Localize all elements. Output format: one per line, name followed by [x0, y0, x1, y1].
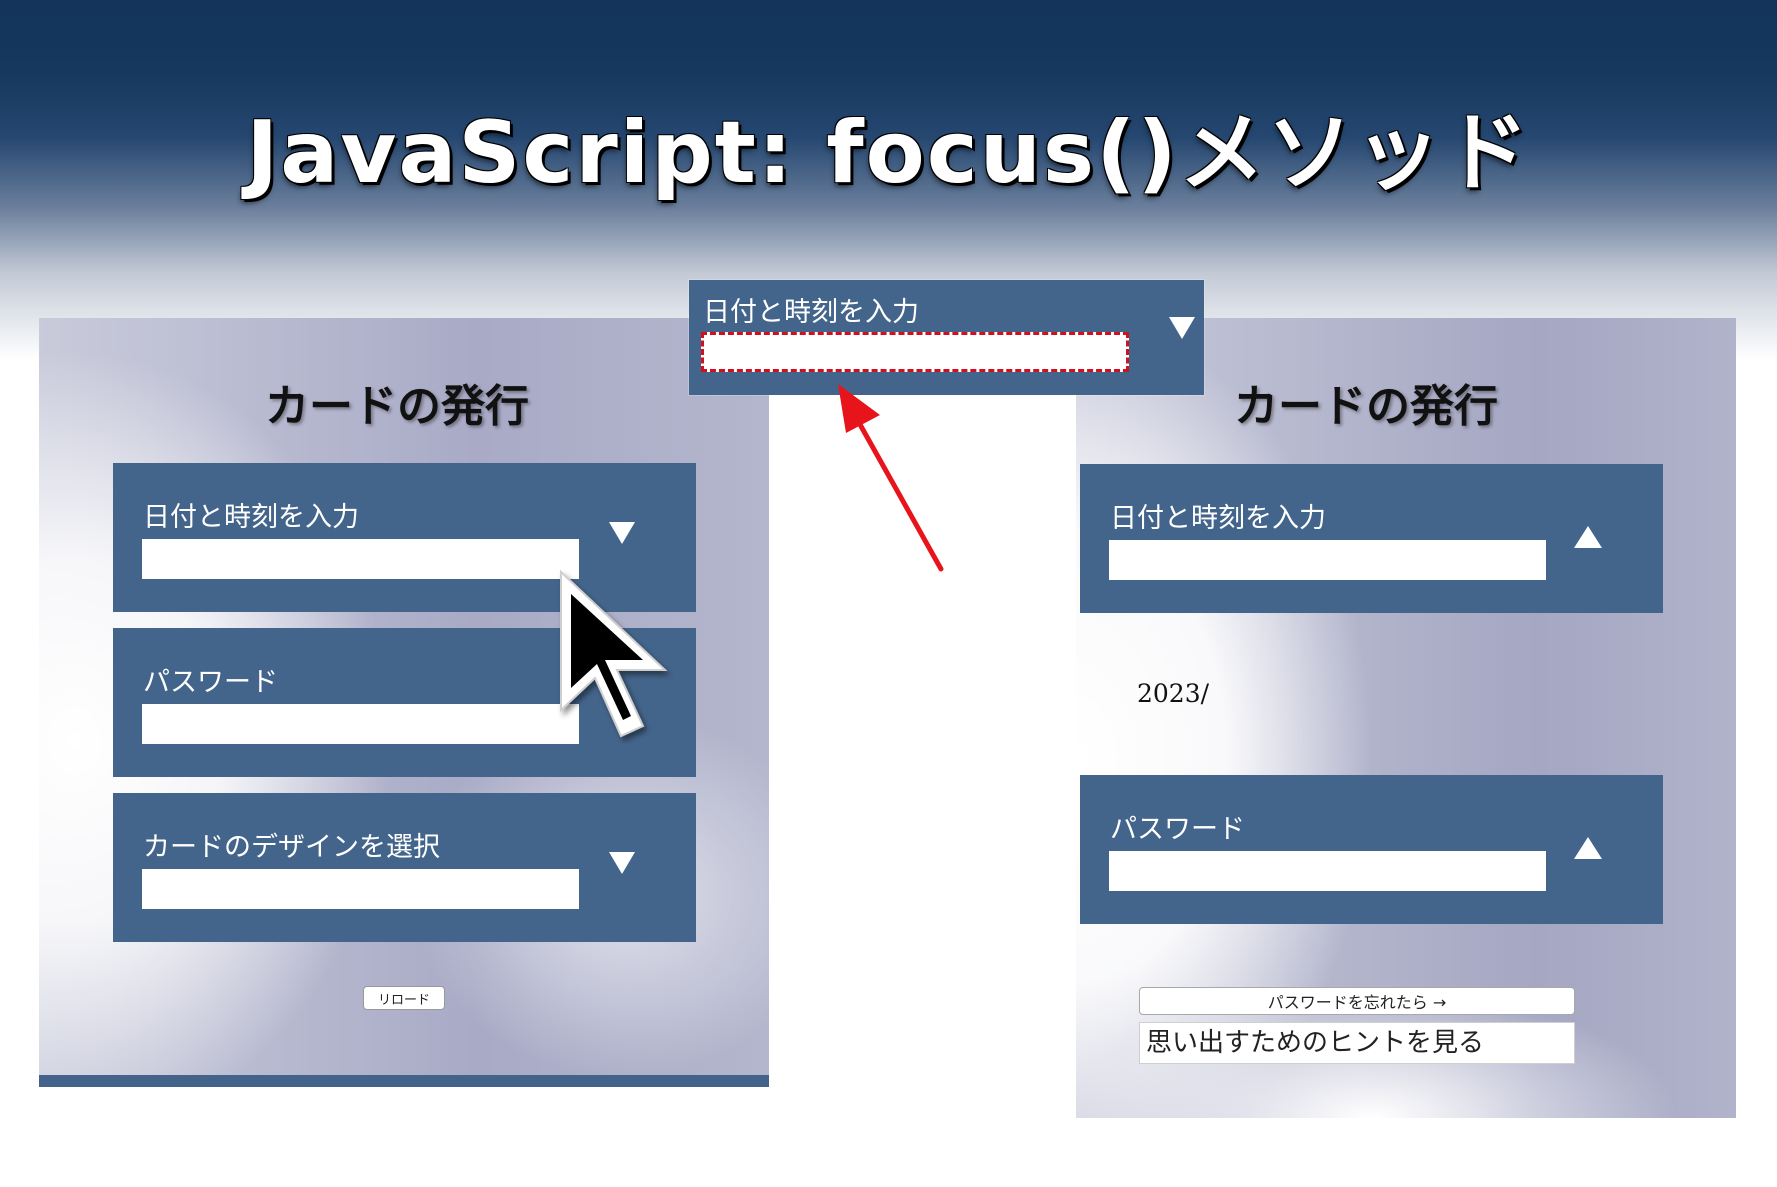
left-panel-bottom-bar: [39, 1075, 769, 1087]
forgot-password-button[interactable]: パスワードを忘れたら →: [1139, 987, 1575, 1015]
mouse-cursor-icon: [560, 569, 668, 738]
right-password-field-box: パスワード: [1080, 775, 1663, 924]
left-design-input[interactable]: [142, 869, 579, 909]
left-form-heading: カードの発行: [265, 381, 529, 432]
arrow-annotation-icon: [838, 384, 944, 572]
popup-datetime-input-focused[interactable]: [701, 332, 1129, 372]
left-design-label: カードのデザインを選択: [143, 832, 440, 863]
triangle-down-icon[interactable]: [1169, 317, 1195, 339]
triangle-down-icon[interactable]: [609, 522, 635, 544]
left-password-input[interactable]: [142, 704, 579, 744]
popup-datetime-label: 日付と時刻を入力: [703, 297, 919, 328]
right-datetime-field-box: 日付と時刻を入力: [1080, 464, 1663, 613]
triangle-down-icon[interactable]: [609, 852, 635, 874]
right-form-panel: カードの発行 日付と時刻を入力 2023/ パスワード パスワードを忘れたら →…: [1076, 318, 1736, 1118]
triangle-up-icon[interactable]: [1574, 526, 1602, 548]
triangle-up-icon[interactable]: [1574, 837, 1602, 859]
right-password-input[interactable]: [1109, 851, 1546, 891]
right-form-heading: カードの発行: [1234, 381, 1498, 432]
left-datetime-input[interactable]: [142, 539, 579, 579]
left-datetime-label: 日付と時刻を入力: [143, 502, 359, 533]
left-password-label: パスワード: [143, 667, 278, 698]
page-title: JavaScript: focus()メソッド: [246, 103, 1531, 203]
left-design-field-box: カードのデザインを選択: [113, 793, 696, 942]
hint-link[interactable]: 思い出すためのヒントを見る: [1139, 1022, 1575, 1064]
right-password-label: パスワード: [1110, 814, 1245, 845]
right-datetime-input[interactable]: [1109, 540, 1546, 580]
right-datetime-label: 日付と時刻を入力: [1110, 503, 1326, 534]
date-text: 2023/: [1137, 679, 1210, 708]
reload-button[interactable]: リロード: [363, 986, 445, 1010]
